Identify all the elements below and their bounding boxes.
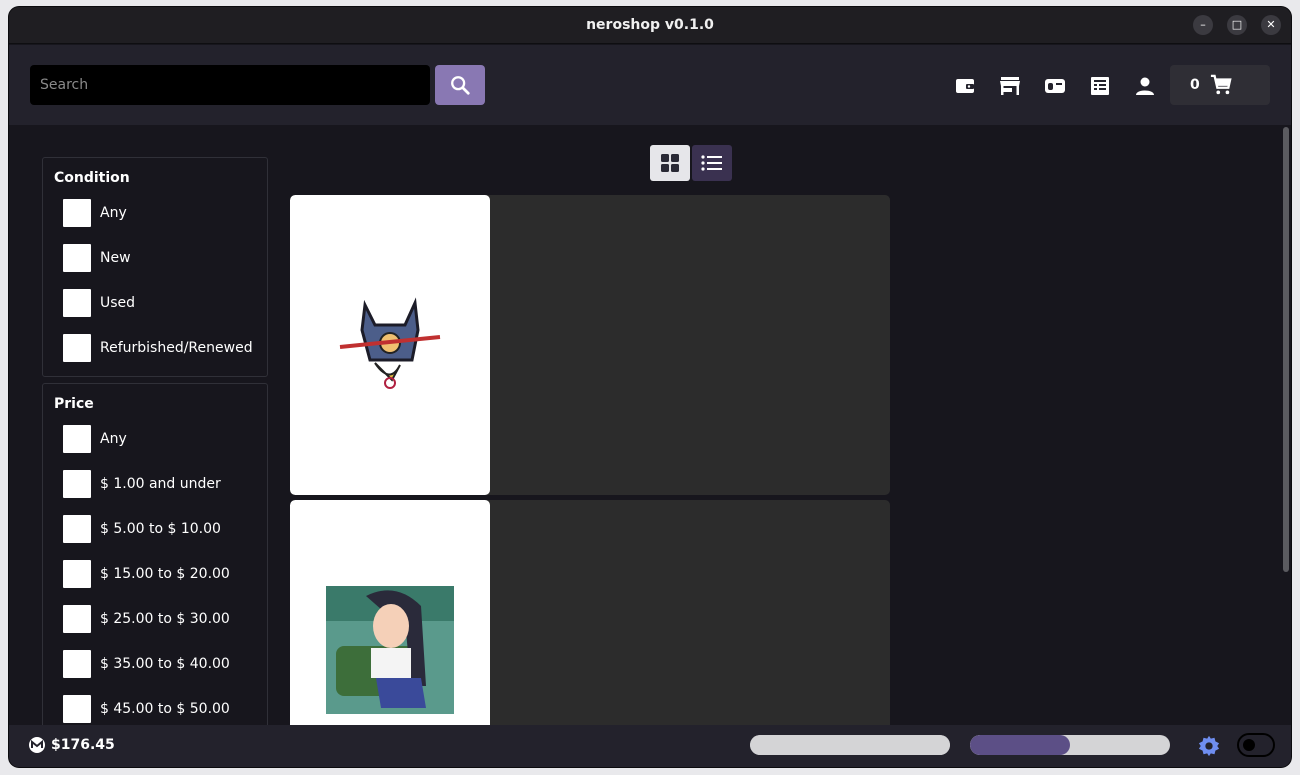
store-icon[interactable] bbox=[999, 75, 1021, 97]
grid-icon bbox=[661, 154, 679, 172]
orders-icon[interactable] bbox=[1089, 75, 1111, 97]
checkbox[interactable] bbox=[63, 694, 91, 723]
search-button[interactable] bbox=[435, 65, 485, 105]
header: 0 bbox=[9, 45, 1291, 125]
condition-option-used[interactable]: Used bbox=[54, 280, 257, 325]
checkbox[interactable] bbox=[63, 514, 91, 543]
price-option[interactable]: $ 15.00 to $ 20.00 bbox=[54, 551, 257, 596]
main-content: Condition Any New Used Refurbished/Renew… bbox=[9, 125, 1291, 767]
product-card[interactable] bbox=[290, 195, 890, 495]
condition-option-new[interactable]: New bbox=[54, 235, 257, 280]
window-title: neroshop v0.1.0 bbox=[586, 17, 714, 33]
checkbox[interactable] bbox=[63, 469, 91, 498]
view-toggle bbox=[650, 145, 732, 181]
grid-view-button[interactable] bbox=[650, 145, 690, 181]
monero-icon bbox=[29, 737, 45, 753]
price-option[interactable]: $ 1.00 and under bbox=[54, 461, 257, 506]
condition-option-any[interactable]: Any bbox=[54, 190, 257, 235]
checkbox[interactable] bbox=[63, 333, 91, 362]
price-option[interactable]: Any bbox=[54, 416, 257, 461]
daemon-sync-progress bbox=[750, 735, 950, 755]
checkbox[interactable] bbox=[63, 424, 91, 453]
account-icon[interactable] bbox=[1134, 75, 1156, 97]
wallet-icon[interactable] bbox=[954, 75, 976, 97]
maximize-button[interactable]: □ bbox=[1227, 15, 1247, 35]
toggle-knob bbox=[1243, 739, 1255, 751]
checkbox[interactable] bbox=[63, 559, 91, 588]
condition-option-refurbished[interactable]: Refurbished/Renewed bbox=[54, 325, 257, 370]
wallet-sync-progress bbox=[970, 735, 1170, 755]
filter-panel: Condition Any New Used Refurbished/Renew… bbox=[42, 157, 268, 744]
gear-icon[interactable] bbox=[1198, 735, 1220, 757]
cart-count: 0 bbox=[1190, 77, 1200, 93]
minimize-button[interactable]: – bbox=[1193, 15, 1213, 35]
checkbox[interactable] bbox=[63, 198, 91, 227]
checkbox[interactable] bbox=[63, 288, 91, 317]
cart-button[interactable]: 0 bbox=[1170, 65, 1270, 105]
status-bar: $176.45 bbox=[9, 725, 1291, 767]
checkbox[interactable] bbox=[63, 243, 91, 272]
price-option[interactable]: $ 35.00 to $ 40.00 bbox=[54, 641, 257, 686]
search-input[interactable] bbox=[30, 65, 430, 105]
cart-icon bbox=[1210, 74, 1232, 95]
product-image[interactable] bbox=[290, 195, 490, 495]
condition-filter: Condition Any New Used Refurbished/Renew… bbox=[42, 157, 268, 377]
list-icon bbox=[701, 155, 722, 171]
price-filter: Price Any $ 1.00 and under $ 5.00 to $ 1… bbox=[42, 383, 268, 738]
balance-amount: $176.45 bbox=[51, 737, 115, 753]
price-option[interactable]: $ 25.00 to $ 30.00 bbox=[54, 596, 257, 641]
price-title: Price bbox=[54, 396, 94, 412]
price-option[interactable]: $ 5.00 to $ 10.00 bbox=[54, 506, 257, 551]
theme-toggle[interactable] bbox=[1237, 733, 1275, 757]
app-window: neroshop v0.1.0 – □ ✕ 0 bbox=[9, 7, 1291, 767]
scrollbar[interactable] bbox=[1283, 127, 1289, 572]
anime-girl-image bbox=[326, 586, 454, 714]
wallet-balance: $176.45 bbox=[29, 737, 115, 753]
checkbox[interactable] bbox=[63, 604, 91, 633]
cat-figure-image bbox=[339, 297, 441, 389]
titlebar: neroshop v0.1.0 – □ ✕ bbox=[9, 7, 1291, 44]
list-view-button[interactable] bbox=[692, 145, 732, 181]
condition-title: Condition bbox=[54, 170, 130, 186]
inbox-icon[interactable] bbox=[1044, 75, 1066, 97]
close-button[interactable]: ✕ bbox=[1261, 15, 1281, 35]
search-icon bbox=[451, 76, 470, 95]
checkbox[interactable] bbox=[63, 649, 91, 678]
